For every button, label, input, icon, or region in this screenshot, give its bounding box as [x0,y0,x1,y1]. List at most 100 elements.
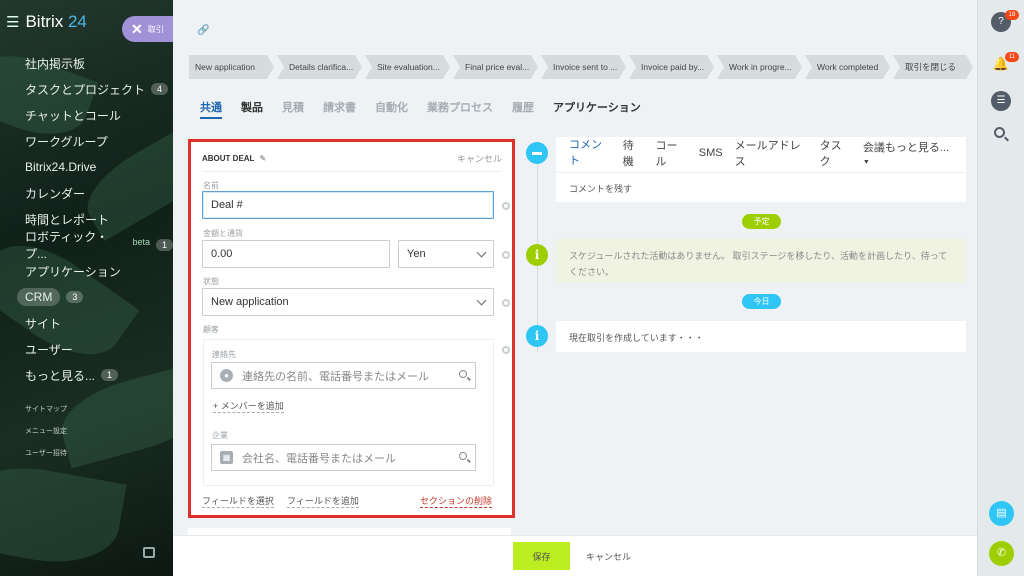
comment-icon: ▬ [526,142,548,164]
name-label: 名前 [203,181,219,190]
search-icon[interactable] [994,127,1005,138]
tab-sms[interactable]: SMS [699,147,723,163]
phone-icon[interactable]: ✆ [989,541,1014,566]
right-rail: ? 18 🔔 11 ☰ ▤ ✆ [977,0,1024,576]
delete-section-link[interactable]: セクションの削除 [420,494,493,508]
sidebar-item-users[interactable]: ユーザー [0,336,173,362]
add-field-link[interactable]: フィールドを追加 [287,494,359,508]
stage-close-deal[interactable]: 取引を閉じる [893,55,973,79]
about-deal-card: ABOUT DEAL ✎ キャンセル 名前 Deal # 金額と通貨 0.00 Y… [188,139,515,518]
current-activity: 現在取引を作成しています・・・ [556,321,966,352]
sidebar-item-tasks[interactable]: タスクとプロジェクト 4 [0,76,173,102]
menu-settings-link[interactable]: メニュー設定 [25,420,67,442]
sidebar-item-chat[interactable]: チャットとコール [0,102,173,128]
planned-pill: 予定 [742,214,781,229]
printer-icon[interactable] [143,547,155,558]
tab-products[interactable]: 製品 [241,99,263,119]
sidebar-item-drive[interactable]: Bitrix24.Drive [0,154,173,180]
sidebar-item-workgroups[interactable]: ワークグループ [0,128,173,154]
bitrix-logo[interactable]: ☰ Bitrix 24 [6,12,87,32]
info-icon: i [526,325,548,347]
stage-item[interactable]: Details clarifica... [277,55,362,79]
sidebar-item-label: もっと見る... [25,368,96,383]
person-icon: ● [220,369,233,382]
gear-icon[interactable] [502,202,510,210]
select-field-link[interactable]: フィールドを選択 [202,494,274,508]
stage-item[interactable]: Invoice paid by... [629,55,714,79]
search-icon[interactable] [459,370,467,378]
save-button[interactable]: 保存 [513,542,570,570]
status-value: New application [211,296,289,308]
sidebar-item-label: ユーザー [25,342,73,357]
sidebar-item-sites[interactable]: サイト [0,310,173,336]
logo-number: 24 [67,12,87,31]
documents-icon[interactable]: ▤ [989,501,1014,526]
currency-select[interactable]: Yen [398,240,494,268]
sidebar-item-applications[interactable]: アプリケーション [0,258,173,284]
gear-icon[interactable] [502,251,510,259]
tab-task[interactable]: タスク [820,137,851,173]
invite-users-link[interactable]: ユーザー招待 [25,442,67,464]
amount-currency-label: 金額と通貨 [203,229,243,238]
card-cancel-link[interactable]: キャンセル [457,152,502,165]
stage-item[interactable]: Work in progre... [717,55,802,79]
sidebar-item-label: Bitrix24.Drive [25,160,97,174]
contact-search-input[interactable]: ● 連絡先の名前、電話番号またはメール [211,362,476,389]
sidebar-item-rpa[interactable]: ロボティック・プ... beta 1 [0,230,173,261]
cancel-button[interactable]: キャンセル [586,550,631,563]
stage-progress-bar: New application Details clarifica... Sit… [189,55,976,79]
tab-quotes[interactable]: 見積 [282,99,304,119]
stage-item[interactable]: New application [189,55,274,79]
timeline-tabs: コメント 待機 コール SMS メールアドレス タスク 会議もっと見る... ▼ [556,136,966,174]
status-select[interactable]: New application [202,288,494,316]
tab-comment[interactable]: コメント [569,136,611,174]
tab-history[interactable]: 履歴 [512,99,534,119]
sitemap-link[interactable]: サイトマップ [25,398,67,420]
tab-applications[interactable]: アプリケーション [553,99,641,119]
building-icon: ▦ [220,451,233,464]
close-slider-button[interactable]: ✕ 取引 [122,16,174,42]
tab-meeting-more[interactable]: 会議もっと見る... ▼ [863,139,954,171]
sidebar-item-calendar[interactable]: カレンダー [0,180,173,206]
chat-icon[interactable]: ☰ [991,91,1011,111]
comment-input[interactable]: コメントを残す [556,172,966,202]
tab-meeting-more-label: 会議もっと見る... [862,141,950,154]
sidebar-item-crm[interactable]: CRM 3 [0,284,173,310]
sidebar-item-label: ワークグループ [25,134,108,149]
schedule-message: スケジュールされた活動はありません。 取引ステージを移したり、活動を計画したり、… [556,239,966,283]
tab-general[interactable]: 共通 [200,99,222,119]
gear-icon[interactable] [502,299,510,307]
tab-email[interactable]: メールアドレス [735,137,808,173]
help-badge: 18 [1005,10,1019,20]
tab-invoices[interactable]: 請求書 [323,99,356,119]
tab-workflows[interactable]: 業務プロセス [427,99,493,119]
footer-bar: 保存 キャンセル [173,535,977,576]
chevron-down-icon: ▼ [862,158,870,166]
stage-item[interactable]: Invoice sent to ... [541,55,626,79]
today-pill: 今日 [742,294,781,309]
sidebar-item-news[interactable]: 社内掲示板 [0,50,173,76]
add-member-link[interactable]: + メンバーを追加 [213,399,284,413]
menu-burger-icon[interactable]: ☰ [6,13,19,31]
sidebar-item-label: サイト [25,316,62,331]
amount-input[interactable]: 0.00 [202,240,390,268]
sidebar-item-more[interactable]: もっと見る... 1 [0,362,173,388]
stage-item[interactable]: Work completed [805,55,890,79]
gear-icon[interactable] [502,346,510,354]
sidebar-nav: 社内掲示板 タスクとプロジェクト 4 チャットとコール ワークグループ Bitri… [0,50,173,388]
tab-automation[interactable]: 自動化 [375,99,408,119]
company-search-input[interactable]: ▦ 会社名、電話番号またはメール [211,444,476,471]
stage-item[interactable]: Final price eval... [453,55,538,79]
deal-tabs: 共通 製品 見積 請求書 自動化 業務プロセス 履歴 アプリケーション [200,99,660,119]
link-icon[interactable]: 🔗 [197,25,209,36]
left-sidebar: ☰ Bitrix 24 社内掲示板 タスクとプロジェクト 4 チャットとコール ワ… [0,0,173,576]
pencil-icon[interactable]: ✎ [259,154,266,163]
counter-badge: 1 [101,369,119,381]
tab-wait[interactable]: 待機 [623,137,644,173]
deal-slider-panel: 🔗 New application Details clarifica... S… [173,0,977,576]
stage-item[interactable]: Site evaluation... [365,55,450,79]
counter-badge: 1 [155,239,173,251]
name-input[interactable]: Deal # [202,191,494,219]
search-icon[interactable] [459,452,467,460]
tab-call[interactable]: コール [656,137,687,173]
